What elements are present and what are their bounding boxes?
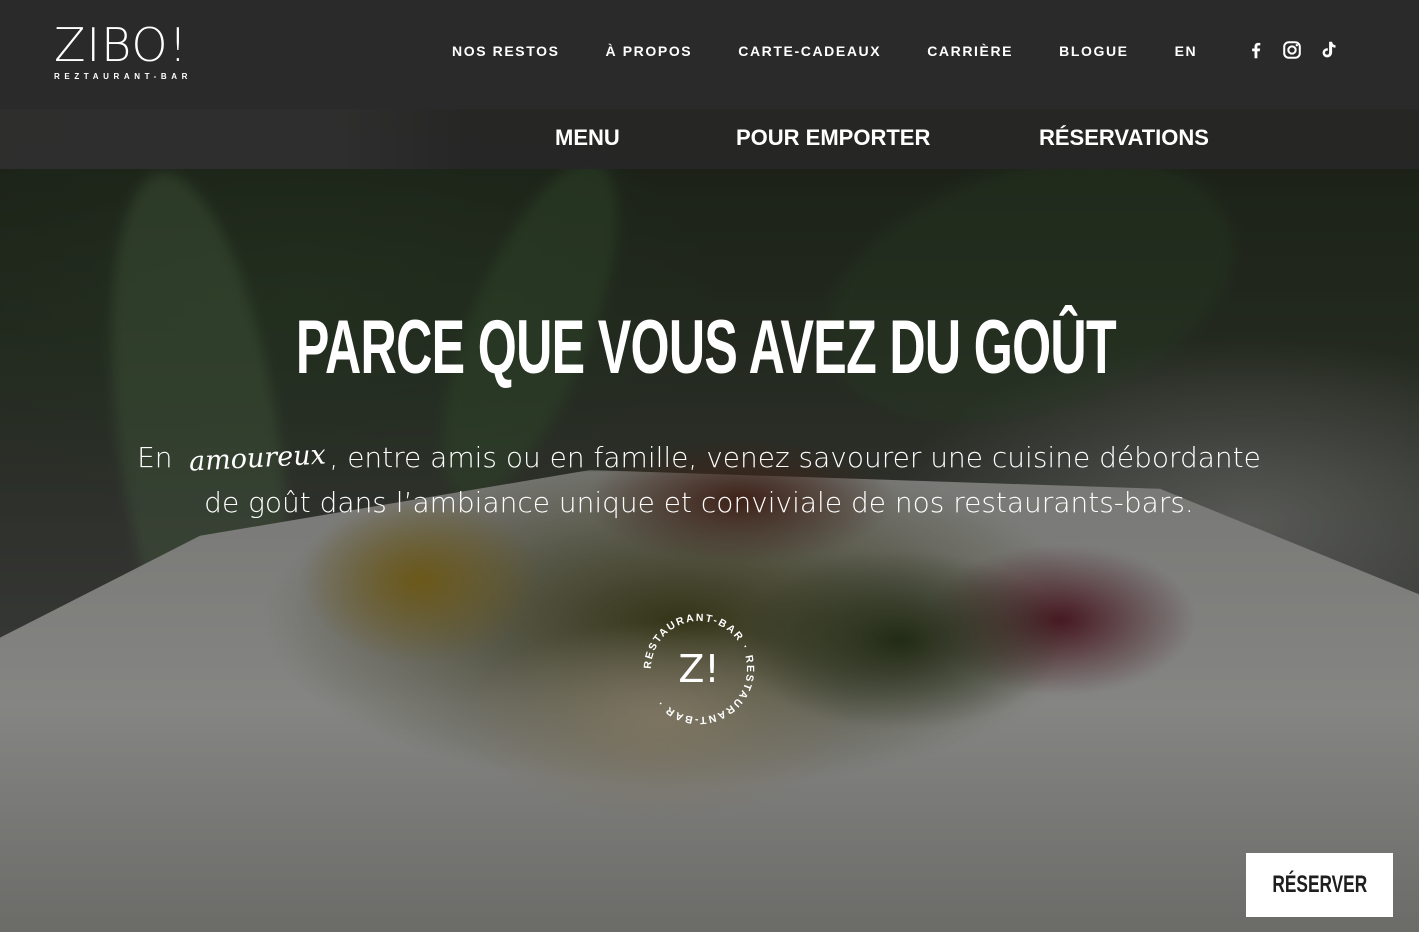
badge-center-text: Z! (678, 647, 719, 691)
nav-menu[interactable]: MENU (555, 125, 620, 151)
hero-text-after: , entre amis ou en famille, venez savour… (204, 441, 1261, 519)
nav-carte-cadeaux[interactable]: CARTE-CADEAUX (738, 43, 881, 59)
zibo-logo[interactable]: ZIBO! REZTAURANT-BAR (54, 22, 214, 92)
nav-pour-emporter[interactable]: POUR EMPORTER (736, 125, 930, 151)
top-navigation: NOS RESTOS À PROPOS CARTE-CADEAUX CARRIÈ… (452, 43, 1243, 59)
logo-tagline: REZTAURANT-BAR (54, 72, 193, 81)
hero-description: En amoureux, entre amis ou en famille, ve… (126, 436, 1272, 525)
language-toggle[interactable]: EN (1175, 43, 1198, 59)
facebook-icon[interactable] (1245, 38, 1267, 62)
subnav-fade (0, 109, 470, 169)
tiktok-icon[interactable] (1317, 38, 1339, 62)
reserve-button-label: RÉSERVER (1272, 871, 1367, 898)
site-header: ZIBO! REZTAURANT-BAR NOS RESTOS À PROPOS… (0, 0, 1419, 109)
social-links (1245, 38, 1339, 62)
instagram-icon[interactable] (1281, 38, 1303, 62)
nav-nos-restos[interactable]: NOS RESTOS (452, 43, 560, 59)
hero-script-word: amoureux (187, 439, 327, 478)
secondary-navigation: MENU POUR EMPORTER RÉSERVATIONS (0, 109, 1419, 169)
restaurant-bar-badge: RESTAURANT-BAR · RESTAURANT-BAR · Z! (636, 606, 762, 732)
nav-blogue[interactable]: BLOGUE (1059, 43, 1129, 59)
nav-reservations[interactable]: RÉSERVATIONS (1039, 125, 1209, 151)
hero-title: PARCE QUE VOUS AVEZ DU GOÛT (295, 305, 1117, 390)
reserve-button[interactable]: RÉSERVER (1246, 853, 1393, 917)
logo-wordmark: ZIBO! (54, 18, 189, 72)
hero-text-before: En (137, 441, 173, 474)
nav-carriere[interactable]: CARRIÈRE (927, 43, 1013, 59)
nav-a-propos[interactable]: À PROPOS (606, 43, 693, 59)
